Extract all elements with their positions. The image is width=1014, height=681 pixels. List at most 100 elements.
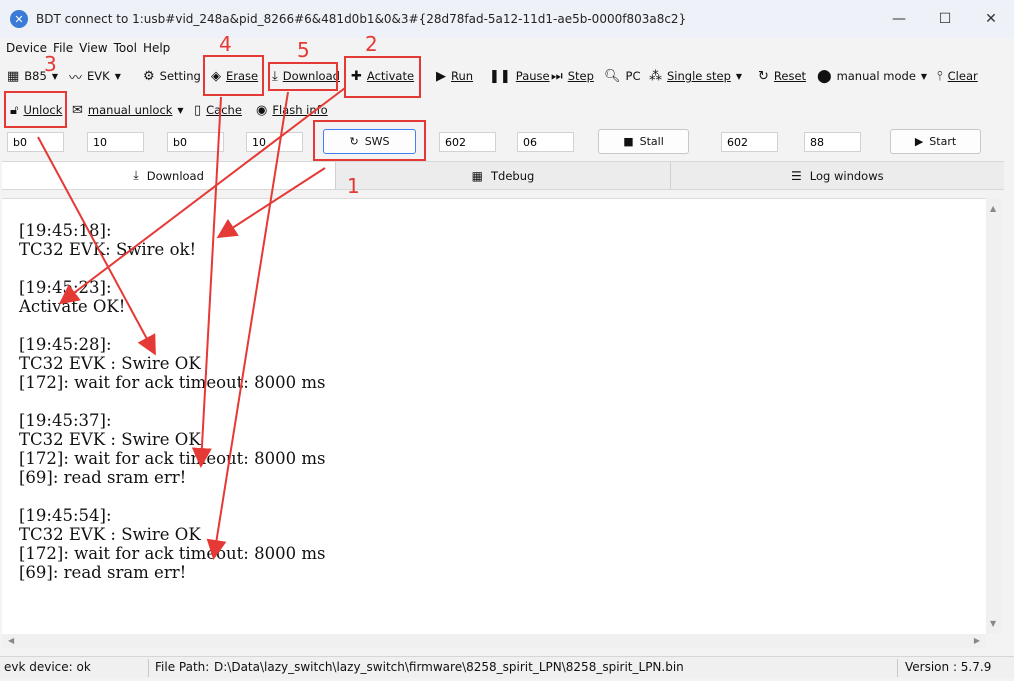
single-step-dropdown[interactable]: ⁂ Single step ▼ [649,63,742,89]
footsteps-icon: ⁂ [649,68,662,84]
pause-label: Pause [515,69,550,83]
scroll-down-icon[interactable]: ▼ [990,619,996,628]
menu-bar: Device File View Tool Help [0,38,1014,58]
close-button[interactable]: ✕ [968,0,1014,38]
tab-bar: ⤓ Download ▦ Tdebug ☰ Log windows [2,161,1004,190]
field-7[interactable] [721,132,778,152]
title-bar: ✕ BDT connect to 1:usb#vid_248a&pid_8266… [0,0,1014,38]
single-step-label: Single step [667,69,731,83]
field-8[interactable] [804,132,861,152]
file-path-label: File Path: [155,660,210,674]
field-3[interactable] [167,132,224,152]
annotation-number-5: 5 [297,38,310,62]
chevron-down-icon: ▼ [920,71,928,81]
annotation-number-1: 1 [347,174,360,198]
tab-log-windows[interactable]: ☰ Log windows [671,162,1004,189]
broom-icon: ⫯ [937,68,943,84]
menu-device[interactable]: Device [6,41,47,55]
start-label: Start [929,135,957,148]
scroll-right-icon[interactable]: ▶ [974,636,980,645]
start-button[interactable]: ▶ Start [890,129,981,154]
window-title: BDT connect to 1:usb#vid_248a&pid_8266#6… [36,12,687,26]
annotation-number-2: 2 [365,32,378,56]
field-2[interactable] [87,132,144,152]
tab-download-label: Download [146,168,204,183]
register-row: ↻ SWS ■ Stall ▶ Start [0,126,1014,158]
stall-label: Stall [639,135,664,148]
mode-icon: ⬤ [817,68,832,84]
tab-tdebug-label: Tdebug [491,168,535,183]
version-label: Version : 5.7.9 [905,660,992,674]
file-path-value: D:\Data\lazy_switch\lazy_switch\firmware… [214,660,684,674]
eye-icon: ◉ [256,102,268,118]
device-status: evk device: ok [4,660,91,674]
log-entry: [19:45:23]: Activate OK! [19,278,126,316]
manual-unlock-label: manual unlock [87,103,173,117]
clear-button[interactable]: ⫯ Clear [937,63,978,89]
minimize-button[interactable]: — [876,0,922,38]
run-label: Run [451,69,474,83]
status-divider [897,659,898,677]
field-1[interactable] [7,132,64,152]
step-label: Step [567,69,594,83]
log-entry: [19:45:54]: TC32 EVK : Swire OK [172]: w… [19,506,326,582]
horizontal-scrollbar[interactable]: ◀ ▶ [2,634,986,648]
manual-mode-dropdown[interactable]: ⬤ manual mode ▼ [817,63,927,89]
reset-button[interactable]: ↻ Reset [758,63,806,89]
annotation-number-4: 4 [219,32,232,56]
log-output[interactable]: [19:45:18]: TC32 EVK: Swire ok! [19:45:2… [2,198,986,634]
tab-log-label: Log windows [809,168,884,183]
pc-button[interactable]: 🔍︎ PC [604,63,640,89]
cache-button[interactable]: ▯ Cache [194,97,242,123]
secondary-toolbar: 🔓︎ Unlock ✉ manual unlock ▼ ▯ Cache ◉ Fl… [0,97,1014,127]
evk-dropdown[interactable]: 〰 EVK ▼ [69,63,121,89]
chip-icon: ▦ [7,68,20,84]
log-entry: [19:45:37]: TC32 EVK : Swire OK [172]: w… [19,411,326,487]
chevron-down-icon: ▼ [735,71,743,81]
pause-button[interactable]: ❚❚ Pause [489,63,550,89]
reset-label: Reset [773,69,807,83]
field-6[interactable] [517,132,574,152]
vertical-scrollbar[interactable]: ▲ ▼ [986,198,1002,634]
app-logo-icon: ✕ [10,10,28,28]
setting-button[interactable]: ⚙ Setting [143,63,201,89]
setting-label: Setting [159,69,201,83]
stall-button[interactable]: ■ Stall [598,129,689,154]
evk-label: EVK [87,69,110,83]
wave-icon: 〰 [69,70,83,86]
scroll-left-icon[interactable]: ◀ [8,636,14,645]
highlight-box-activate [344,56,421,98]
log-entry: [19:45:28]: TC32 EVK : Swire OK [172]: w… [19,335,326,392]
run-icon: ▶ [436,68,446,84]
chevron-down-icon: ▼ [177,105,184,115]
scroll-up-icon[interactable]: ▲ [990,204,996,213]
gear-icon: ⚙ [143,68,155,84]
menu-tool[interactable]: Tool [114,41,137,55]
manual-unlock-dropdown[interactable]: ✉ manual unlock ▼ [72,97,184,123]
log-entry: [19:45:18]: TC32 EVK: Swire ok! [19,221,197,259]
run-button[interactable]: ▶ Run [436,63,473,89]
maximize-button[interactable]: ☐ [922,0,968,38]
step-button[interactable]: ⏭ Step [551,63,594,89]
annotation-number-3: 3 [44,52,57,76]
tab-tdebug[interactable]: ▦ Tdebug [336,162,671,189]
reset-icon: ↻ [758,68,769,84]
file-icon: ▯ [194,102,202,118]
manual-mode-label: manual mode [836,69,916,83]
field-5[interactable] [439,132,496,152]
highlight-box-unlock [4,91,67,128]
list-icon: ☰ [791,168,802,183]
pc-label: PC [625,69,641,83]
step-icon: ⏭ [551,68,563,84]
cache-label: Cache [206,103,242,117]
field-4[interactable] [246,132,303,152]
flash-info-label: Flash info [272,103,328,117]
download-icon: ⤓ [133,168,139,182]
tab-download[interactable]: ⤓ Download [2,162,337,189]
play-icon: ▶ [914,135,924,148]
window-controls: — ☐ ✕ [876,0,1014,38]
menu-help[interactable]: Help [143,41,170,55]
menu-view[interactable]: View [79,41,107,55]
mail-icon: ✉ [72,102,83,118]
stop-icon: ■ [623,135,634,148]
